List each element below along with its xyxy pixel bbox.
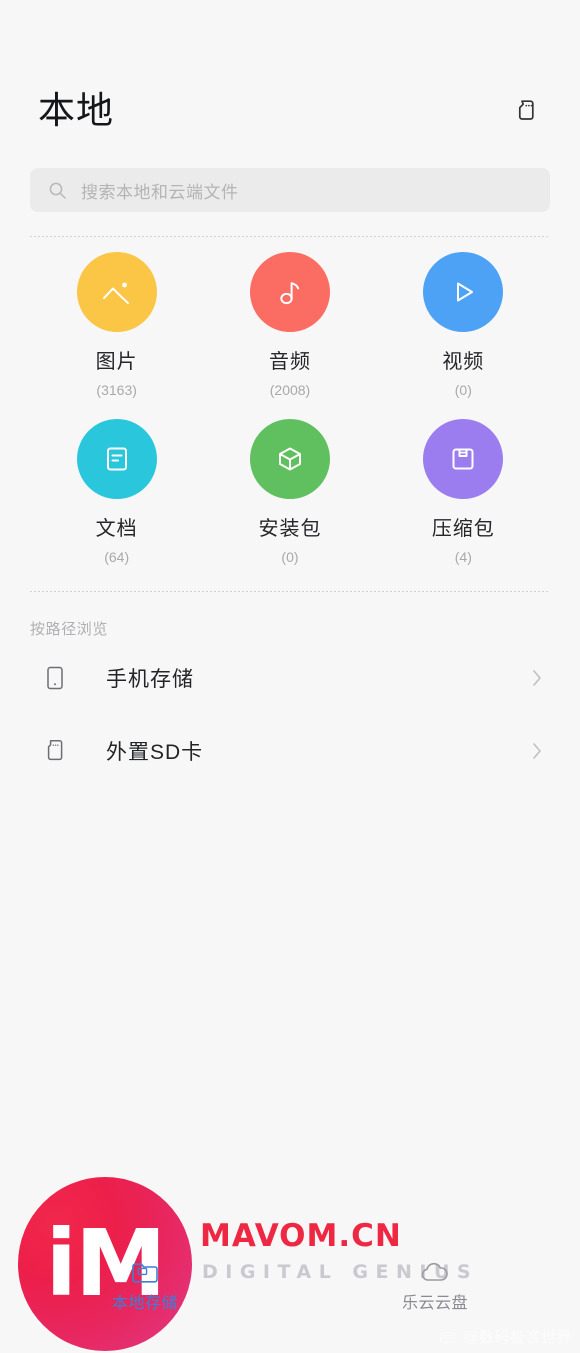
category-icon-circle (76, 419, 157, 499)
category-label: 文档 (95, 518, 138, 540)
category-count: (2008) (269, 382, 311, 398)
sd-card-icon (38, 738, 72, 764)
category-label: 压缩包 (431, 518, 495, 540)
category-documents[interactable]: 文档 (64) (30, 419, 203, 564)
category-archives[interactable]: 压缩包 (4) (377, 419, 550, 564)
nav-item-cloud-drive[interactable]: 乐云云盘 (290, 1257, 580, 1312)
chevron-right-icon (530, 740, 544, 762)
category-count: (4) (454, 549, 472, 565)
path-row-phone-storage[interactable]: 手机存储 (30, 650, 550, 706)
category-count: (64) (104, 549, 130, 565)
category-images[interactable]: 图片 (3163) (30, 252, 203, 397)
divider-top (30, 236, 550, 237)
category-icon-circle (249, 419, 330, 499)
archive-box-icon (452, 448, 474, 470)
play-triangle-icon (457, 282, 474, 302)
category-icon-circle (423, 419, 504, 499)
folder-icon (130, 1257, 160, 1289)
path-section-heading: 按路径浏览 (30, 621, 109, 638)
sd-card-icon (518, 100, 534, 120)
category-icon-circle (249, 252, 330, 332)
category-icon-circle (423, 252, 504, 332)
category-grid: 图片 (3163) 音频 (2008) 视频 (0) 文档 (64) 安装包 (… (30, 252, 550, 564)
category-audio[interactable]: 音频 (2008) (203, 252, 376, 397)
chevron-right-icon (530, 667, 544, 689)
app-header: 本地 (0, 78, 580, 142)
category-label: 音频 (268, 351, 311, 373)
divider-bottom (30, 591, 550, 592)
image-icon (102, 282, 129, 304)
category-video[interactable]: 视频 (0) (377, 252, 550, 397)
nav-item-local-storage[interactable]: 本地存储 (0, 1257, 290, 1312)
category-icon-circle (76, 252, 157, 332)
category-count: (0) (281, 549, 299, 565)
cloud-icon (419, 1257, 451, 1289)
search-input[interactable]: 搜索本地和云端文件 (30, 168, 550, 212)
page-title: 本地 (38, 89, 114, 131)
path-row-label: 外置SD卡 (106, 741, 204, 764)
search-icon (48, 181, 67, 200)
path-row-label: 手机存储 (106, 668, 194, 691)
watermark-brand: MAVOM.CN (200, 1218, 402, 1254)
category-count: (3163) (96, 382, 137, 398)
bottom-navigation: 本地存储 乐云云盘 (0, 1257, 580, 1331)
category-count: (0) (454, 382, 472, 398)
category-label: 安装包 (258, 518, 322, 540)
search-placeholder: 搜索本地和云端文件 (81, 182, 239, 202)
nav-item-label: 本地存储 (111, 1295, 178, 1312)
document-icon (106, 447, 127, 471)
category-label: 图片 (95, 351, 138, 373)
category-label: 视频 (442, 351, 485, 373)
nav-item-label: 乐云云盘 (401, 1295, 468, 1312)
path-row-external-sd[interactable]: 外置SD卡 (30, 723, 550, 779)
package-cube-icon (278, 447, 301, 471)
file-manager-screen: 本地 搜索本地和云端文件 图片 (3163) 音频 (2008) 视频 (0) … (0, 0, 580, 1353)
category-apk[interactable]: 安装包 (0) (203, 419, 376, 564)
phone-storage-icon (38, 665, 72, 691)
sd-card-button[interactable] (508, 90, 548, 130)
music-note-icon (280, 282, 300, 305)
